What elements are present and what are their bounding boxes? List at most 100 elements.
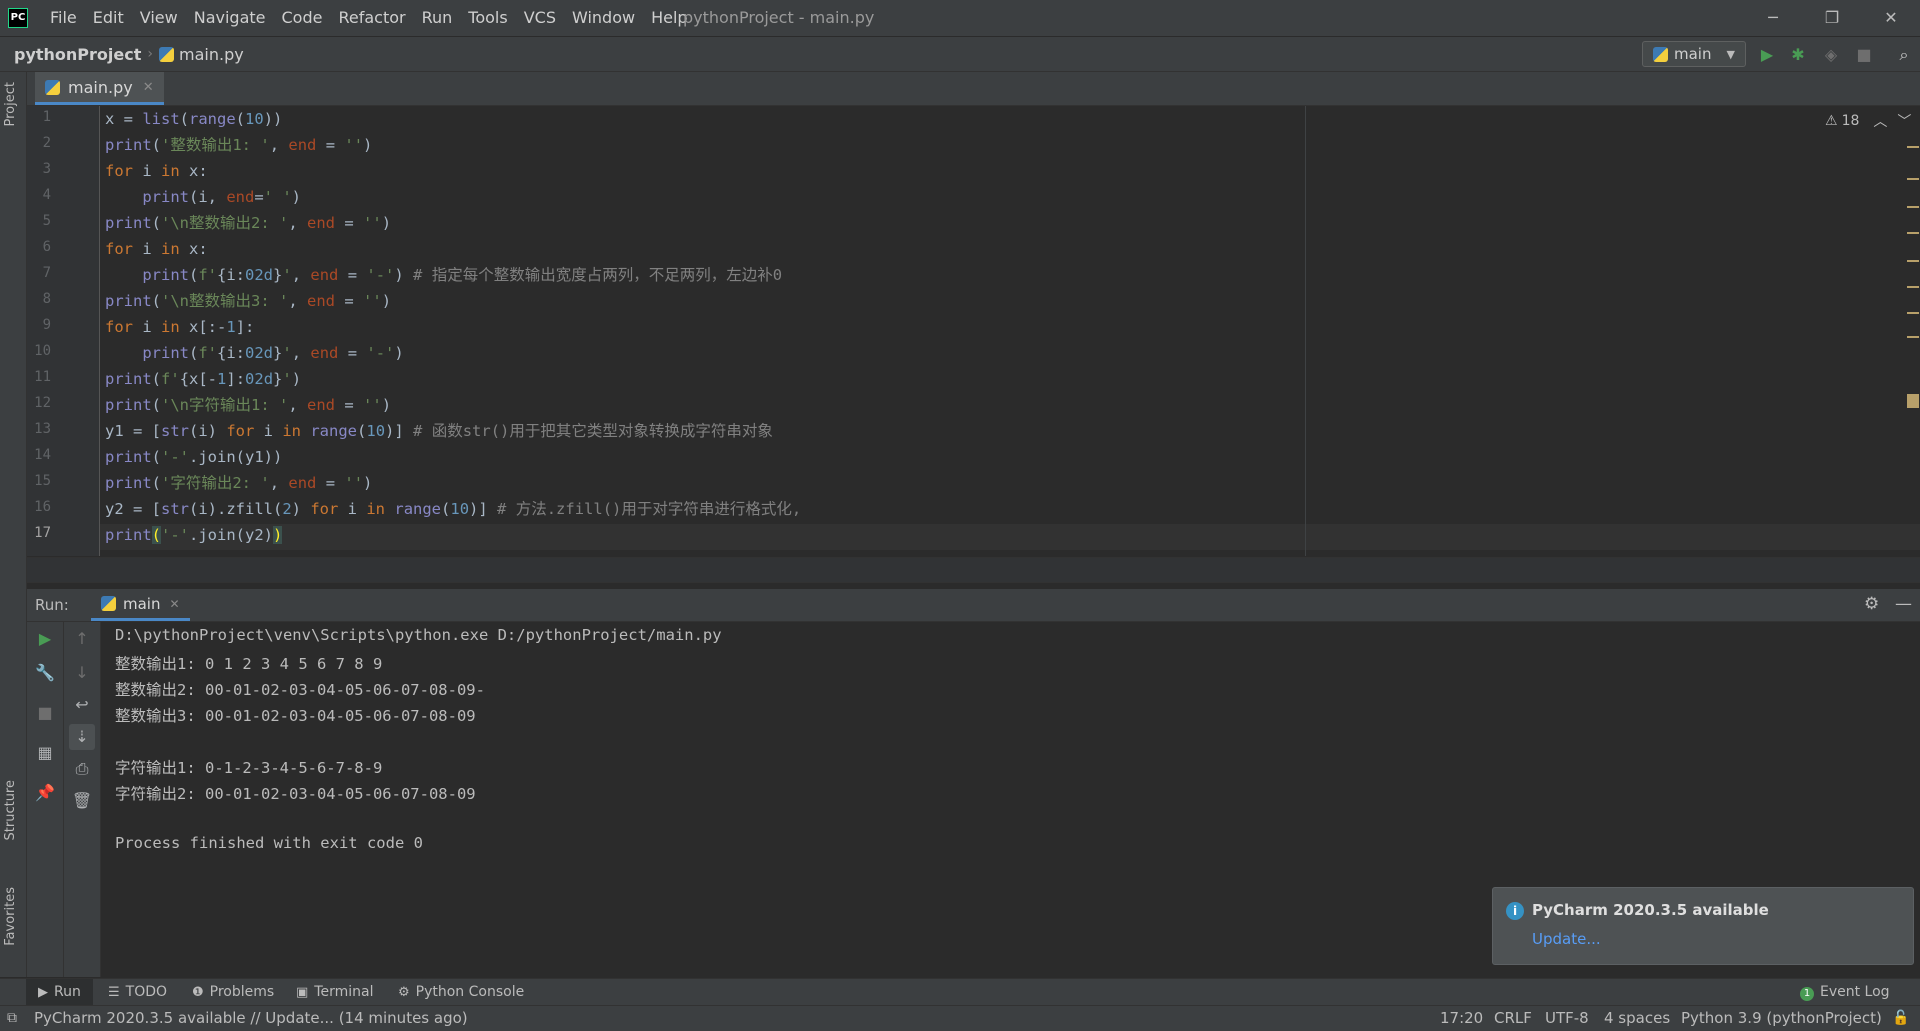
close-window-button[interactable]: ✕ (1862, 0, 1920, 36)
file-encoding[interactable]: UTF-8 (1545, 1006, 1589, 1031)
run-configuration-select[interactable]: main ▼ (1642, 41, 1746, 67)
gear-icon[interactable]: ⚙ (1864, 594, 1879, 614)
notification-title: PyCharm 2020.3.5 available (1532, 901, 1769, 919)
warning-mark[interactable] (1907, 312, 1919, 314)
project-tool-button[interactable]: Project (3, 82, 18, 126)
todo-label: TODO (125, 984, 168, 1000)
run-panel-label: Run: (35, 596, 69, 614)
line-number: 10 (34, 343, 51, 359)
search-everywhere-icon[interactable]: ⌕ (1893, 44, 1915, 66)
stop-icon[interactable]: ■ (1853, 44, 1875, 66)
menu-vcs[interactable]: VCS (516, 0, 564, 36)
code-line-15: print('字符输出2: ', end = '') (105, 474, 373, 492)
warning-mark[interactable] (1907, 394, 1919, 408)
warning-mark[interactable] (1907, 336, 1919, 338)
console-line: Process finished with exit code 0 (115, 834, 423, 852)
debug-icon[interactable]: ✱ (1787, 44, 1809, 66)
terminal-tool-button[interactable]: ▣ Terminal (296, 979, 373, 1005)
code-line-13: y1 = [str(i) for i in range(10)] # 函数str… (105, 422, 773, 440)
event-log-tool-button[interactable]: 1 Event Log (1800, 979, 1890, 1005)
menu-run[interactable]: Run (414, 0, 461, 36)
code-editor[interactable]: 1 2 3 4 5 6 7 8 9 10 11 12 13 14 15 16 1… (27, 106, 1920, 556)
line-number: 1 (42, 109, 51, 125)
up-arrow-icon[interactable]: ↑ (69, 626, 95, 652)
print-icon[interactable]: ⎙ (69, 756, 95, 782)
run-with-coverage-icon[interactable]: ◈ (1820, 44, 1842, 66)
console-line: 整数输出3: 00-01-02-03-04-05-06-07-08-09 (115, 707, 476, 725)
layout-icon[interactable]: ▦ (32, 740, 58, 766)
pin-icon[interactable]: 📌 (32, 780, 58, 806)
menu-file[interactable]: File (42, 0, 85, 36)
hide-panel-icon[interactable]: — (1895, 594, 1912, 614)
wrench-icon[interactable]: 🔧 (32, 660, 58, 686)
tab-main-py[interactable]: main.py ✕ (35, 72, 164, 105)
menu-code[interactable]: Code (274, 0, 331, 36)
inspection-widget[interactable]: ⚠ 18 ︿ ﹀ (1825, 111, 1911, 131)
console-line: 整数输出2: 00-01-02-03-04-05-06-07-08-09- (115, 681, 485, 699)
run-tool-button[interactable]: ▶ Run (26, 979, 93, 1005)
menu-tools[interactable]: Tools (460, 0, 515, 36)
breadcrumb-file[interactable]: main.py (179, 45, 244, 64)
console-line: 整数输出1: 0 1 2 3 4 5 6 7 8 9 (115, 655, 383, 673)
caret-position[interactable]: 17:20 (1440, 1006, 1483, 1031)
menu-edit[interactable]: Edit (85, 0, 132, 36)
menu-refactor[interactable]: Refactor (330, 0, 413, 36)
event-log-count-badge: 1 (1800, 987, 1814, 1001)
close-tab-icon[interactable]: ✕ (169, 597, 179, 611)
code-line-14: print('-'.join(y1)) (105, 448, 283, 466)
soft-wrap-icon[interactable]: ↩ (69, 692, 95, 718)
update-notification[interactable]: i PyCharm 2020.3.5 available Update... (1492, 887, 1914, 965)
terminal-label: Terminal (314, 984, 374, 1000)
error-stripe[interactable] (1907, 136, 1919, 556)
minimize-button[interactable]: ─ (1744, 0, 1802, 36)
trash-icon[interactable]: 🗑 (69, 788, 95, 814)
rerun-icon[interactable]: ▶ (32, 626, 58, 652)
editor-tab-bar: main.py ✕ (27, 72, 1920, 106)
python-file-icon (45, 79, 60, 95)
line-number: 11 (34, 369, 51, 385)
warning-mark[interactable] (1907, 206, 1919, 208)
list-icon: ☰ (108, 985, 120, 1000)
update-link[interactable]: Update... (1532, 930, 1601, 948)
line-number: 16 (34, 499, 51, 515)
scroll-to-end-icon[interactable]: ⇣ (69, 724, 95, 750)
previous-highlight-icon[interactable]: ︿ (1873, 111, 1887, 131)
favorites-tool-button[interactable]: Favorites (3, 887, 18, 946)
indent-setting[interactable]: 4 spaces (1604, 1006, 1670, 1031)
down-arrow-icon[interactable]: ↓ (69, 660, 95, 686)
close-tab-icon[interactable]: ✕ (143, 80, 154, 95)
restore-button[interactable]: ❐ (1803, 0, 1861, 36)
run-tab-main[interactable]: main ✕ (91, 589, 190, 621)
editor-panel-splitter[interactable] (27, 557, 1920, 583)
python-interpreter[interactable]: Python 3.9 (pythonProject) (1681, 1006, 1882, 1031)
run-configuration-label: main (1674, 45, 1712, 63)
code-line-16: y2 = [str(i).zfill(2) for i in range(10)… (105, 500, 802, 518)
line-number-current: 17 (34, 525, 51, 541)
line-number-gutter: 1 2 3 4 5 6 7 8 9 10 11 12 13 14 15 16 1… (27, 106, 99, 556)
status-message[interactable]: PyCharm 2020.3.5 available // Update... … (34, 1006, 468, 1031)
python-console-tool-button[interactable]: ⚙ Python Console (398, 979, 524, 1005)
warning-mark[interactable] (1907, 260, 1919, 262)
run-toolbar-secondary: ↑ ↓ ↩ ⇣ ⎙ 🗑 (64, 622, 101, 977)
menu-view[interactable]: View (132, 0, 186, 36)
line-separator[interactable]: CRLF (1494, 1006, 1532, 1031)
warning-mark[interactable] (1907, 232, 1919, 234)
breadcrumb-project[interactable]: pythonProject (14, 45, 141, 64)
todo-tool-button[interactable]: ☰ TODO (108, 979, 167, 1005)
line-number: 4 (42, 187, 51, 203)
stop-icon[interactable]: ■ (32, 700, 58, 726)
run-icon[interactable]: ▶ (1756, 44, 1778, 66)
next-highlight-icon[interactable]: ﹀ (1897, 111, 1911, 131)
problems-tool-button[interactable]: ❶ Problems (192, 979, 274, 1005)
pycharm-logo-icon: PC (8, 8, 28, 28)
warning-mark[interactable] (1907, 178, 1919, 180)
window-title: pythonProject - main.py (683, 8, 875, 27)
warning-mark[interactable] (1907, 286, 1919, 288)
toggle-tool-windows-icon[interactable]: ⧉ (7, 1010, 17, 1026)
menu-window[interactable]: Window (564, 0, 643, 36)
lock-icon[interactable]: 🔓 (1892, 1006, 1909, 1031)
menu-navigate[interactable]: Navigate (186, 0, 274, 36)
structure-tool-button[interactable]: Structure (3, 780, 18, 840)
warning-mark[interactable] (1907, 146, 1919, 148)
run-tool-label: Run (54, 984, 81, 1000)
